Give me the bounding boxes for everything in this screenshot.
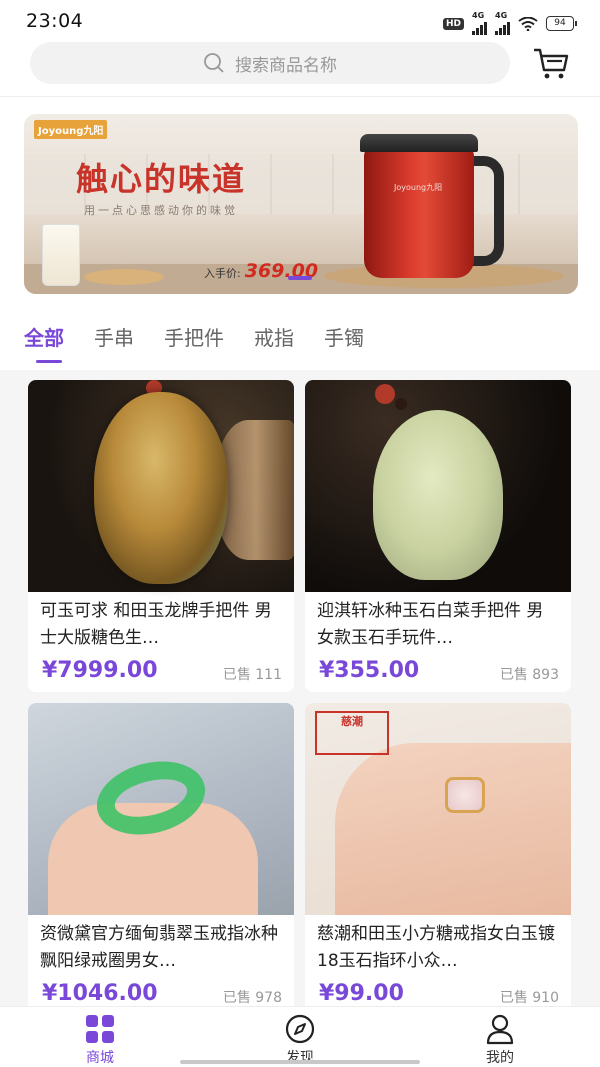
- status-bar: 23:04 HD 4G 4G 94: [0, 0, 600, 42]
- wifi-icon: [518, 16, 538, 31]
- search-placeholder: 搜索商品名称: [235, 55, 337, 76]
- promo-banner[interactable]: Joyoung九阳 触心的味道 用一点心思感动你的味觉 Joyoung九阳 入手…: [24, 114, 578, 294]
- appliance-logo: Joyoung九阳: [394, 183, 443, 192]
- search-bar[interactable]: 搜索商品名称: [30, 42, 510, 84]
- soybean-spoon-illustration: [84, 269, 164, 285]
- milk-glass-illustration: [42, 224, 80, 286]
- product-card[interactable]: 资微黛官方缅甸翡翠玉戒指冰种飘阳绿戒圈男女… ¥1046.00 已售 978: [28, 703, 294, 1015]
- user-icon: [486, 1014, 514, 1045]
- product-image: [305, 380, 571, 592]
- product-sold-count: 已售 978: [222, 990, 282, 1006]
- brand-stamp: 慈潮: [315, 711, 389, 755]
- grid-icon: [86, 1015, 114, 1043]
- product-sold-count: 已售 910: [499, 990, 559, 1006]
- network-type-label: 4G: [472, 11, 485, 20]
- product-title: 可玉可求 和田玉龙牌手把件 男士大版糖色生…: [40, 601, 272, 648]
- product-sold-count: 已售 893: [499, 667, 559, 683]
- tab-bangle[interactable]: 手镯: [324, 322, 364, 351]
- tab-handpiece[interactable]: 手把件: [164, 322, 224, 351]
- nav-label: 我的: [486, 1050, 514, 1066]
- status-time: 23:04: [26, 10, 84, 32]
- battery-icon: 94: [546, 16, 577, 31]
- search-icon: [204, 53, 224, 73]
- banner-price-label: 入手价:: [204, 267, 241, 280]
- banner-brand-logo: Joyoung九阳: [34, 120, 108, 139]
- product-title: 资微黛官方缅甸翡翠玉戒指冰种飘阳绿戒圈男女…: [40, 924, 278, 971]
- banner-slogan: 触心的味道: [76, 160, 247, 198]
- product-card[interactable]: 迎淇轩冰种玉石白菜手把件 男女款玉石手玩件… ¥355.00 已售 893: [305, 380, 571, 692]
- product-card[interactable]: 慈潮 慈潮和田玉小方糖戒指女白玉镀18玉石指环小众… ¥99.00 已售 910: [305, 703, 571, 1015]
- nav-label: 商城: [86, 1050, 114, 1066]
- tab-bracelet-beads[interactable]: 手串: [94, 322, 134, 351]
- tab-ring[interactable]: 戒指: [254, 322, 294, 351]
- banner-subtitle: 用一点心思感动你的味觉: [84, 204, 238, 217]
- product-image: [28, 703, 294, 915]
- nav-mine[interactable]: 我的: [440, 1013, 560, 1067]
- product-grid: 可玉可求 和田玉龙牌手把件 男士大版糖色生… ¥7999.00 已售 111 迎…: [0, 370, 600, 1015]
- product-title: 慈潮和田玉小方糖戒指女白玉镀18玉石指环小众…: [317, 924, 555, 971]
- product-price: ¥1046.00: [42, 981, 158, 1006]
- tab-all[interactable]: 全部: [24, 322, 64, 363]
- banner-indicator: [288, 276, 312, 280]
- hd-icon: HD: [442, 17, 464, 30]
- nav-discover[interactable]: 发现: [240, 1013, 360, 1067]
- soymilk-maker-illustration: Joyoung九阳: [354, 124, 504, 284]
- product-price: ¥355.00: [319, 658, 420, 683]
- category-tabs: 全部 手串 手把件 戒指 手镯: [24, 322, 394, 363]
- home-indicator[interactable]: [180, 1060, 420, 1064]
- product-sold-count: 已售 111: [222, 667, 282, 683]
- compass-icon: [285, 1014, 315, 1044]
- signal-icon: 4G: [472, 12, 487, 35]
- product-price: ¥99.00: [319, 981, 404, 1006]
- network-type-label: 4G: [495, 11, 508, 20]
- product-card[interactable]: 可玉可求 和田玉龙牌手把件 男士大版糖色生… ¥7999.00 已售 111: [28, 380, 294, 692]
- signal-icon: 4G: [495, 12, 510, 35]
- product-image: [28, 380, 294, 592]
- header-divider: [0, 96, 600, 97]
- status-icons: HD 4G 4G 94: [442, 12, 577, 35]
- product-price: ¥7999.00: [42, 658, 158, 683]
- cart-icon[interactable]: [532, 46, 570, 80]
- bottom-nav: 商城 发现 我的: [0, 1006, 600, 1067]
- nav-mall[interactable]: 商城: [40, 1013, 160, 1067]
- product-title: 迎淇轩冰种玉石白菜手把件 男女款玉石手玩件…: [317, 601, 544, 648]
- product-image: 慈潮: [305, 703, 571, 915]
